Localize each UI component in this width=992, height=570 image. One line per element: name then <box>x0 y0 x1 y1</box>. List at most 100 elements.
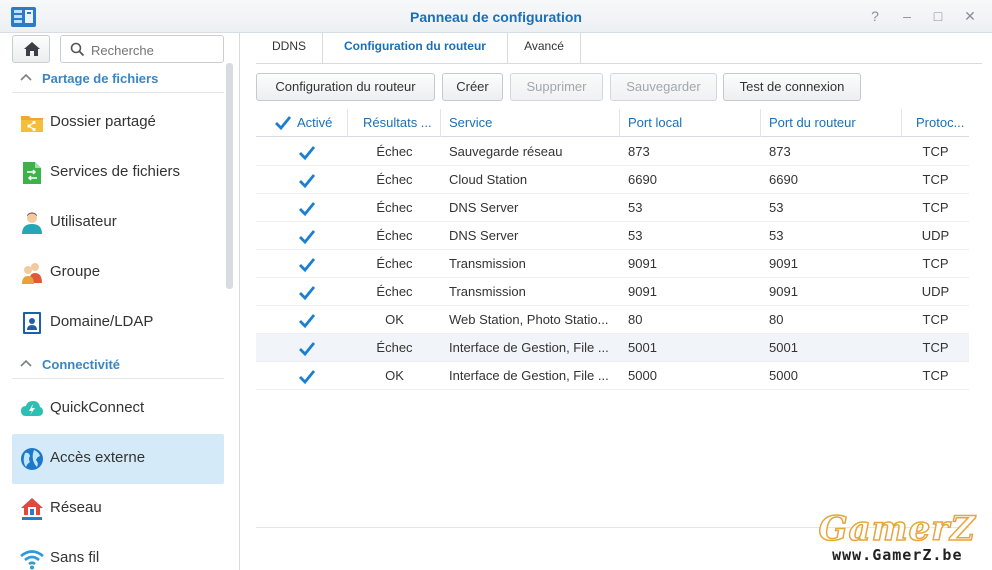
enabled-checkbox[interactable] <box>298 256 316 274</box>
section-connectivity[interactable]: Connectivité <box>12 351 224 379</box>
local-port-cell: 9091 <box>628 284 657 299</box>
local-port-cell: 53 <box>628 200 643 215</box>
table-row[interactable]: Échec Sauvegarde réseau 873 873 TCP <box>256 138 969 166</box>
local-port-cell: 5001 <box>628 340 657 355</box>
router-port-cell: 873 <box>769 144 791 159</box>
enabled-checkbox[interactable] <box>298 200 316 218</box>
router-port-cell: 5001 <box>769 340 798 355</box>
router-port-cell: 9091 <box>769 284 798 299</box>
local-port-cell: 53 <box>628 228 643 243</box>
create-button[interactable]: Créer <box>442 73 503 101</box>
minimize-button[interactable]: – <box>899 8 915 24</box>
router-port-cell: 6690 <box>769 172 798 187</box>
tab-advanced[interactable]: Avancé <box>508 33 581 64</box>
enabled-checkbox[interactable] <box>298 312 316 330</box>
result-cell: OK <box>385 368 404 383</box>
sidebar-item-label: Sans fil <box>50 549 100 566</box>
sidebar-item-user[interactable]: Utilisateur <box>12 198 224 248</box>
test-connection-button[interactable]: Test de connexion <box>723 73 861 101</box>
tab-ddns[interactable]: DDNS <box>256 33 323 64</box>
service-cell: Transmission <box>449 256 526 271</box>
sidebar-item-quickconnect[interactable]: QuickConnect <box>12 384 224 434</box>
table-row[interactable]: Échec Transmission 9091 9091 TCP <box>256 250 969 278</box>
enabled-checkbox[interactable] <box>298 172 316 190</box>
delete-button[interactable]: Supprimer <box>510 73 603 101</box>
service-cell: Cloud Station <box>449 172 528 187</box>
service-cell: Web Station, Photo Statio... <box>449 312 609 327</box>
sidebar-item-label: Dossier partagé <box>50 113 156 130</box>
watermark: GamerZ www.GamerZ.be <box>818 511 976 564</box>
local-port-cell: 5000 <box>628 368 657 383</box>
enabled-checkbox[interactable] <box>298 144 316 162</box>
table-row[interactable]: Échec Interface de Gestion, File ... 5001 5… <box>256 334 969 362</box>
enabled-checkbox[interactable] <box>298 368 316 386</box>
result-cell: Échec <box>376 200 413 215</box>
router-port-cell: 80 <box>769 312 784 327</box>
local-port-cell: 80 <box>628 312 643 327</box>
result-cell: Échec <box>376 256 413 271</box>
local-port-cell: 6690 <box>628 172 657 187</box>
sidebar-item-label: Domaine/LDAP <box>50 313 154 330</box>
search-icon <box>70 42 85 57</box>
result-cell: OK <box>385 312 404 327</box>
section-file-sharing[interactable]: Partage de fichiers <box>12 65 224 93</box>
watermark-url: www.GamerZ.be <box>832 546 963 564</box>
search-box[interactable] <box>60 35 224 63</box>
user-icon <box>22 212 42 234</box>
window-titlebar: Panneau de configuration ? – □ ✕ <box>0 0 992 33</box>
table-row[interactable]: Échec Transmission 9091 9091 UDP <box>256 278 969 306</box>
column-header-service[interactable]: Service <box>441 109 620 137</box>
sidebar-item-label: Accès externe <box>50 449 146 466</box>
table-row[interactable]: OK Web Station, Photo Statio... 80 80 TCP <box>256 306 969 334</box>
home-icon <box>24 42 40 56</box>
house-network-icon <box>21 498 43 520</box>
enabled-checkbox[interactable] <box>298 340 316 358</box>
service-cell: DNS Server <box>449 200 519 215</box>
router-configuration-button[interactable]: Configuration du routeur <box>256 73 435 101</box>
quickconnect-icon <box>21 401 43 416</box>
router-port-cell: 5000 <box>769 368 798 383</box>
save-button[interactable]: Sauvegarder <box>610 73 717 101</box>
sidebar-item-group[interactable]: Groupe <box>12 248 224 298</box>
sidebar-item-shared-folder[interactable]: Dossier partagé <box>12 98 224 148</box>
protocol-cell: UDP <box>921 228 950 243</box>
table-row[interactable]: Échec Cloud Station 6690 6690 TCP <box>256 166 969 194</box>
sidebar-item-external-access[interactable]: Accès externe <box>12 434 224 484</box>
folder-share-icon <box>21 116 43 132</box>
close-button[interactable]: ✕ <box>962 8 978 24</box>
group-icon <box>22 263 42 284</box>
sidebar-item-wireless[interactable]: Sans fil <box>12 534 224 570</box>
wifi-icon <box>20 550 44 570</box>
protocol-cell: TCP <box>922 200 949 215</box>
column-header-local-port[interactable]: Port local <box>620 109 761 137</box>
column-header-router-port[interactable]: Port du routeur <box>761 109 902 137</box>
table-row[interactable]: OK Interface de Gestion, File ... 5000 5000… <box>256 362 969 390</box>
search-input[interactable] <box>91 41 219 59</box>
protocol-cell: TCP <box>922 340 949 355</box>
sidebar-item-network[interactable]: Réseau <box>12 484 224 534</box>
service-cell: DNS Server <box>449 228 519 243</box>
sidebar-scrollbar[interactable] <box>226 63 233 289</box>
service-cell: Transmission <box>449 284 526 299</box>
tab-router-configuration[interactable]: Configuration du routeur <box>323 33 508 64</box>
local-port-cell: 9091 <box>628 256 657 271</box>
column-header-enabled[interactable]: Activé <box>256 109 348 137</box>
sidebar-item-domain-ldap[interactable]: Domaine/LDAP <box>12 298 224 348</box>
protocol-cell: UDP <box>921 284 950 299</box>
service-cell: Sauvegarde réseau <box>449 144 563 159</box>
file-services-icon <box>23 162 41 184</box>
help-button[interactable]: ? <box>867 8 883 24</box>
table-row[interactable]: Échec DNS Server 53 53 TCP <box>256 194 969 222</box>
result-cell: Échec <box>376 340 413 355</box>
sidebar-item-label: Services de fichiers <box>50 163 181 180</box>
tab-bar: DDNS Configuration du routeur Avancé <box>256 33 982 64</box>
maximize-button[interactable]: □ <box>930 8 946 24</box>
local-port-cell: 873 <box>628 144 650 159</box>
column-header-results[interactable]: Résultats ... <box>348 109 441 137</box>
table-row[interactable]: Échec DNS Server 53 53 UDP <box>256 222 969 250</box>
column-header-protocol[interactable]: Protoc... <box>902 109 969 137</box>
home-button[interactable] <box>12 35 50 63</box>
sidebar-item-file-services[interactable]: Services de fichiers <box>12 148 224 198</box>
enabled-checkbox[interactable] <box>298 228 316 246</box>
enabled-checkbox[interactable] <box>298 284 316 302</box>
